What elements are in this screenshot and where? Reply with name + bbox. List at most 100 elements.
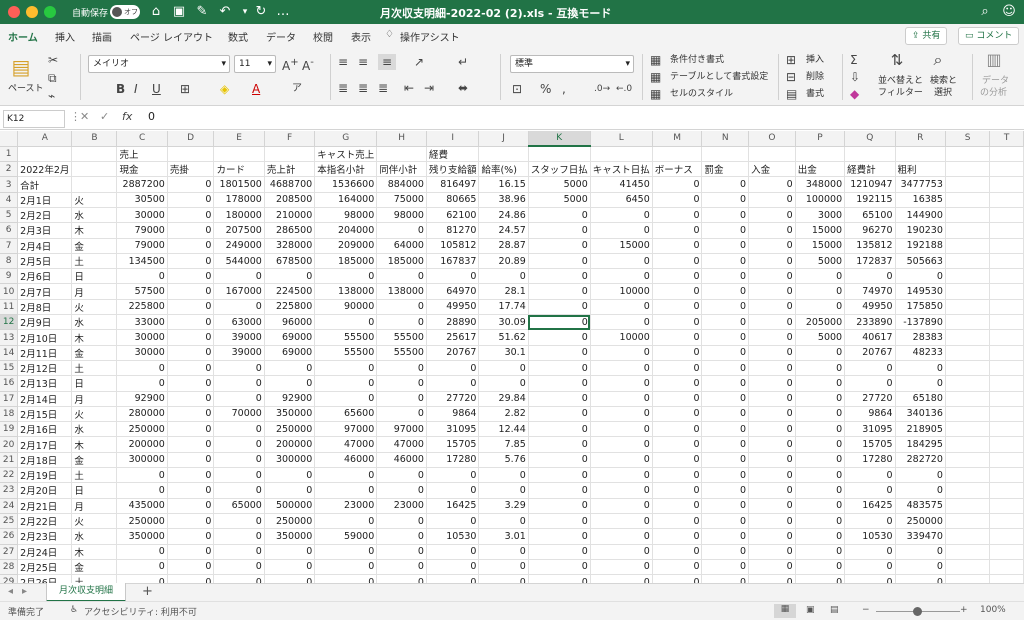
cell[interactable]: 38.96 bbox=[478, 192, 529, 208]
column-header[interactable]: P bbox=[795, 131, 846, 147]
cell[interactable]: 49950 bbox=[844, 299, 896, 316]
cell[interactable]: 27720 bbox=[844, 391, 896, 407]
cell[interactable]: 135812 bbox=[844, 238, 896, 254]
cell[interactable] bbox=[748, 146, 796, 163]
column-header[interactable]: A bbox=[17, 131, 73, 147]
column-header[interactable]: Q bbox=[844, 131, 896, 147]
cell[interactable]: 207500 bbox=[213, 222, 265, 239]
cell[interactable]: 0 bbox=[167, 268, 215, 285]
cell[interactable] bbox=[945, 544, 991, 560]
cell[interactable]: 0 bbox=[590, 314, 653, 331]
select-all-corner[interactable] bbox=[0, 131, 19, 147]
increase-font-icon[interactable]: A+ bbox=[282, 55, 299, 74]
cell[interactable]: 500000 bbox=[264, 498, 316, 514]
cell[interactable]: 0 bbox=[528, 452, 591, 469]
cell[interactable]: 39000 bbox=[213, 345, 265, 361]
cell[interactable] bbox=[989, 391, 1024, 407]
cell[interactable]: 土 bbox=[71, 574, 118, 583]
cell[interactable]: 0 bbox=[213, 528, 265, 545]
cell[interactable] bbox=[895, 146, 946, 163]
row-header[interactable]: 1 bbox=[0, 146, 19, 163]
cell[interactable]: 0 bbox=[590, 268, 653, 285]
cell[interactable]: 2.82 bbox=[478, 406, 529, 423]
cell[interactable]: 0 bbox=[795, 513, 846, 530]
cell[interactable]: 0 bbox=[795, 421, 846, 438]
cell[interactable]: 350000 bbox=[264, 406, 316, 423]
cell[interactable] bbox=[945, 176, 991, 193]
cell[interactable]: 0 bbox=[795, 482, 846, 499]
cell[interactable]: 0 bbox=[167, 238, 215, 254]
cell[interactable]: 30.1 bbox=[478, 345, 529, 361]
cell[interactable] bbox=[945, 513, 991, 530]
cell[interactable]: 火 bbox=[71, 406, 118, 423]
cell[interactable]: 0 bbox=[748, 268, 796, 285]
cell[interactable]: 250000 bbox=[116, 513, 168, 530]
cell[interactable]: 0 bbox=[748, 559, 796, 576]
format-as-table-button[interactable]: テーブルとして書式設定 bbox=[670, 70, 768, 84]
cell[interactable]: 0 bbox=[748, 192, 796, 208]
cell[interactable]: 0 bbox=[701, 452, 750, 469]
cell[interactable]: 0 bbox=[264, 360, 316, 377]
row-header[interactable]: 6 bbox=[0, 222, 19, 239]
cell[interactable]: 149530 bbox=[895, 283, 946, 300]
cell[interactable]: 33000 bbox=[116, 314, 168, 331]
accounting-format-icon[interactable]: ⊡ bbox=[512, 81, 522, 97]
cell[interactable]: 金 bbox=[71, 238, 118, 254]
cell[interactable] bbox=[989, 406, 1024, 423]
cell[interactable]: 47000 bbox=[376, 436, 427, 453]
cell[interactable]: 15000 bbox=[795, 222, 846, 239]
cell[interactable] bbox=[945, 375, 991, 392]
tab-view[interactable]: 表示 bbox=[351, 29, 371, 44]
cell[interactable]: 0 bbox=[167, 498, 215, 514]
cell[interactable]: 16385 bbox=[895, 192, 946, 208]
cell[interactable]: 0 bbox=[795, 375, 846, 392]
cell[interactable]: 2月17日 bbox=[17, 436, 73, 453]
cell[interactable]: 80665 bbox=[426, 192, 480, 208]
cell[interactable]: 0 bbox=[528, 513, 591, 530]
cell[interactable]: 0 bbox=[701, 391, 750, 407]
cell[interactable]: 0 bbox=[478, 268, 529, 285]
cell[interactable] bbox=[989, 513, 1024, 530]
cell[interactable]: 0 bbox=[213, 421, 265, 438]
cell[interactable]: 0 bbox=[314, 360, 378, 377]
cell[interactable]: 0 bbox=[652, 268, 703, 285]
cell[interactable]: 0 bbox=[213, 574, 265, 583]
cell[interactable] bbox=[945, 222, 991, 239]
cell[interactable]: 0 bbox=[314, 467, 378, 484]
cell[interactable]: 0 bbox=[748, 482, 796, 499]
fill-icon[interactable]: ⇩ bbox=[850, 69, 860, 85]
cell[interactable]: 0 bbox=[844, 559, 896, 576]
cell[interactable]: 0 bbox=[376, 299, 427, 316]
cell[interactable]: 0 bbox=[116, 559, 168, 576]
cut-icon[interactable]: ✂ bbox=[48, 52, 58, 68]
underline-icon[interactable]: U bbox=[152, 81, 161, 97]
cell[interactable]: 0 bbox=[314, 314, 378, 331]
paste-icon[interactable]: ▤ bbox=[8, 54, 34, 80]
cell[interactable]: 51.62 bbox=[478, 329, 529, 346]
cancel-icon[interactable]: ✕ bbox=[80, 110, 89, 123]
cell[interactable] bbox=[945, 528, 991, 545]
cell[interactable]: 0 bbox=[652, 574, 703, 583]
minimize-window-button[interactable] bbox=[26, 6, 38, 18]
cell[interactable]: 340136 bbox=[895, 406, 946, 423]
cell[interactable]: 2月19日 bbox=[17, 467, 73, 484]
cell[interactable]: ボーナス bbox=[652, 161, 703, 178]
cell[interactable]: 96000 bbox=[264, 314, 316, 331]
cell[interactable]: 3477753 bbox=[895, 176, 946, 193]
cell[interactable]: 0 bbox=[590, 222, 653, 239]
cell[interactable]: 46000 bbox=[376, 452, 427, 469]
cell[interactable]: 0 bbox=[652, 544, 703, 560]
cell[interactable]: 火 bbox=[71, 299, 118, 316]
cell-styles-button[interactable]: セルのスタイル bbox=[670, 87, 733, 101]
cell[interactable]: 200000 bbox=[116, 436, 168, 453]
cell[interactable]: 65100 bbox=[844, 207, 896, 224]
cell[interactable]: 0 bbox=[895, 574, 946, 583]
cell[interactable]: 0 bbox=[748, 176, 796, 193]
cell[interactable] bbox=[989, 268, 1024, 285]
number-format-select[interactable]: 標準 ▾ bbox=[510, 55, 634, 73]
cell[interactable]: 0 bbox=[652, 482, 703, 499]
cell[interactable]: 0 bbox=[701, 467, 750, 484]
cell[interactable]: 224500 bbox=[264, 283, 316, 300]
cell[interactable]: 0 bbox=[795, 391, 846, 407]
cell[interactable]: 日 bbox=[71, 375, 118, 392]
